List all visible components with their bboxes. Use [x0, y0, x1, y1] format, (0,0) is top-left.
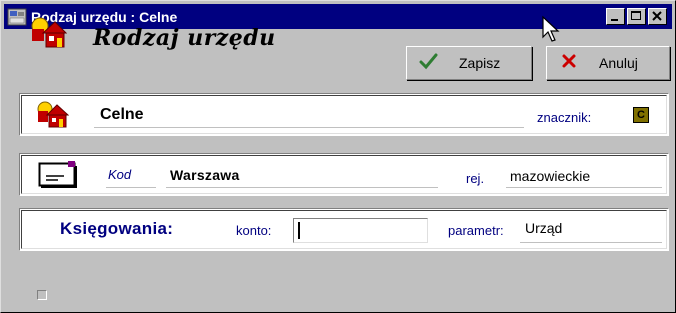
address-panel: Kod Warszawa rej. mazowieckie	[19, 153, 669, 196]
account-label: konto:	[236, 223, 272, 238]
save-button-label: Zapisz	[459, 55, 501, 71]
envelope-icon	[38, 159, 80, 189]
office-building-icon	[29, 15, 68, 49]
city-field[interactable]: Warszawa	[170, 167, 240, 183]
accounting-title: Księgowania:	[60, 219, 174, 238]
account-input[interactable]	[293, 218, 428, 243]
tag-label: znacznik:	[537, 110, 592, 125]
parameter-label: parametr:	[448, 223, 504, 238]
cancel-button-label: Anuluj	[599, 55, 638, 71]
cancel-x-icon	[557, 53, 581, 74]
save-button[interactable]: Zapisz	[406, 46, 532, 80]
close-icon[interactable]	[648, 8, 667, 25]
office-building-icon	[35, 100, 70, 128]
accounting-panel: Księgowania: konto: parametr: Urząd	[19, 208, 669, 251]
mouse-cursor-icon	[541, 15, 561, 43]
record-name[interactable]: Celne	[100, 106, 144, 124]
parameter-field[interactable]: Urząd	[525, 220, 562, 236]
region-label: rej.	[466, 171, 485, 186]
postal-code-label: Kod	[108, 167, 132, 182]
tag-badge[interactable]: C	[633, 107, 649, 123]
status-checkbox[interactable]	[37, 290, 47, 300]
maximize-icon[interactable]	[627, 8, 646, 25]
checkmark-icon	[417, 52, 441, 75]
page-title: Rodzaj urzędu	[93, 25, 276, 51]
window: Rodzaj urzędu : Celne Rodzaj urzędu Zapi…	[0, 0, 676, 313]
record-panel: Celne znacznik: C	[19, 93, 669, 136]
minimize-icon[interactable]	[606, 8, 625, 25]
text-caret	[298, 222, 300, 239]
cancel-button[interactable]: Anuluj	[546, 46, 670, 80]
region-field[interactable]: mazowieckie	[510, 168, 590, 184]
app-icon	[7, 8, 27, 26]
window-controls	[606, 8, 667, 25]
